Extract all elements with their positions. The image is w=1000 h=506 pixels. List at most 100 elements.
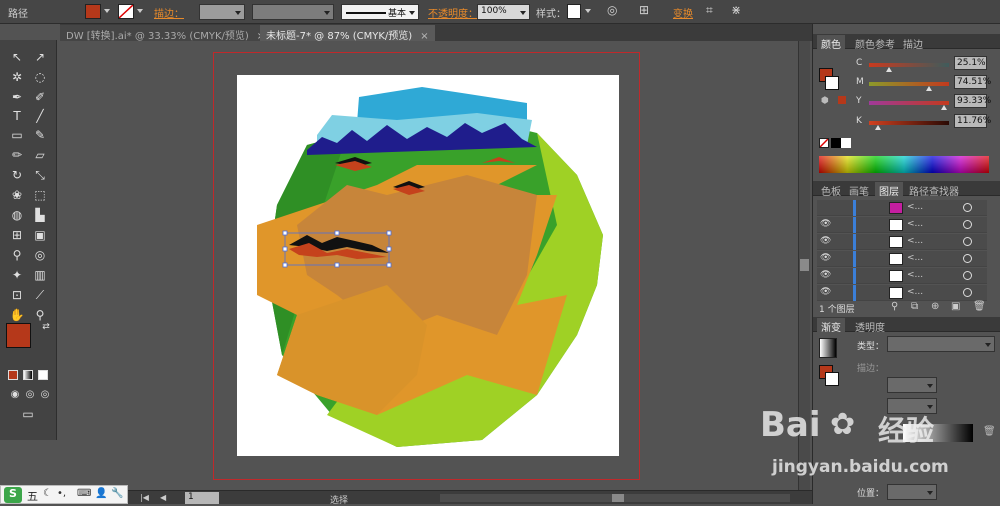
target-icon[interactable] bbox=[963, 254, 972, 263]
layer-row[interactable]: 👁 <... bbox=[817, 217, 987, 233]
curvature-tool-icon[interactable]: ✐ bbox=[30, 88, 50, 106]
column-graph-icon[interactable]: ▥ bbox=[30, 266, 50, 284]
channel-k-row[interactable]: K 11.76% bbox=[813, 113, 1000, 131]
fill-color-box[interactable] bbox=[6, 323, 31, 348]
transform-icon[interactable]: ⌗ bbox=[706, 3, 713, 18]
eye-icon[interactable]: 👁 bbox=[820, 236, 831, 246]
blend-tool-icon[interactable]: ◎ bbox=[30, 246, 50, 264]
channel-y-field[interactable]: 93.33% bbox=[954, 94, 991, 108]
stroke-dropdown-icon[interactable] bbox=[137, 9, 143, 13]
channel-m-row[interactable]: M 74.51% bbox=[813, 74, 1000, 92]
selection-tool-icon[interactable]: ↖ bbox=[7, 48, 27, 66]
stroke-style-dropdown[interactable]: 基本 bbox=[341, 4, 419, 20]
target-icon[interactable] bbox=[963, 288, 972, 297]
sogou-logo-icon[interactable]: S bbox=[4, 487, 22, 503]
tab-brushes[interactable]: 画笔 bbox=[845, 182, 873, 199]
paintbrush-icon[interactable]: ✎ bbox=[30, 126, 50, 144]
tab-transparency[interactable]: 透明度 bbox=[851, 318, 889, 335]
variable-width-dropdown[interactable] bbox=[252, 4, 334, 20]
target-icon[interactable] bbox=[963, 271, 972, 280]
channel-y-track[interactable] bbox=[869, 101, 949, 105]
artboard[interactable] bbox=[237, 75, 619, 456]
artboard-tool-icon[interactable]: ⊡ bbox=[7, 286, 27, 304]
channel-c-field[interactable]: 25.1% bbox=[954, 56, 987, 70]
tab-pathfinder[interactable]: 路径查找器 bbox=[905, 182, 963, 199]
rotate-tool-icon[interactable]: ↻ bbox=[7, 166, 27, 184]
tab-swatches[interactable]: 色板 bbox=[817, 182, 845, 199]
graphic-style-swatch[interactable] bbox=[567, 4, 581, 19]
selection-handle[interactable] bbox=[386, 262, 392, 268]
stroke-label[interactable]: 描边： bbox=[154, 5, 184, 20]
align-icon[interactable]: ⊞ bbox=[639, 3, 649, 17]
wrench-icon[interactable]: 🔧 bbox=[111, 488, 123, 499]
new-layer-icon[interactable]: ▣ bbox=[951, 301, 960, 312]
gradient-preview[interactable] bbox=[819, 338, 837, 358]
page-field[interactable]: 1 bbox=[185, 492, 219, 504]
draw-inside-icon[interactable]: ◎ bbox=[35, 386, 55, 404]
locate-object-icon[interactable]: ⚲ bbox=[891, 301, 898, 312]
white-swatch[interactable] bbox=[841, 138, 851, 148]
layer-row[interactable]: 👁 <... bbox=[817, 251, 987, 267]
gradient-angle-dropdown[interactable] bbox=[887, 377, 937, 393]
hand-tool-icon[interactable]: ✋ bbox=[7, 306, 27, 324]
layer-row[interactable]: 👁 <... bbox=[817, 285, 987, 301]
gradient-tool-icon[interactable]: ▣ bbox=[30, 226, 50, 244]
recolor-icon[interactable]: ◎ bbox=[607, 3, 617, 17]
channel-m-thumb[interactable] bbox=[925, 86, 932, 91]
scale-tool-icon[interactable]: ⤡ bbox=[30, 166, 50, 184]
scroll-thumb[interactable] bbox=[800, 259, 809, 271]
symbol-sprayer-icon[interactable]: ✦ bbox=[7, 266, 27, 284]
type-tool-icon[interactable]: T bbox=[7, 107, 27, 125]
artwork[interactable] bbox=[237, 75, 619, 456]
channel-k-thumb[interactable] bbox=[875, 125, 882, 130]
fill-color-swatch[interactable] bbox=[85, 4, 101, 19]
user-icon[interactable]: 👤 bbox=[95, 488, 107, 499]
target-icon[interactable] bbox=[963, 220, 972, 229]
tab-color[interactable]: 颜色 bbox=[817, 35, 845, 52]
lasso-icon[interactable]: ◌ bbox=[30, 68, 50, 86]
selection-handle[interactable] bbox=[334, 230, 340, 236]
style-dropdown-icon[interactable] bbox=[585, 9, 591, 13]
new-sublayer-icon[interactable]: ⊕ bbox=[931, 301, 939, 312]
direct-selection-tool-icon[interactable]: ↗ bbox=[30, 48, 50, 66]
tab-dw[interactable]: DW [转换].ai* @ 33.33% (CMYK/预览)× bbox=[60, 25, 272, 42]
eye-icon[interactable]: 👁 bbox=[820, 253, 831, 263]
eyedropper-icon[interactable]: ⚲ bbox=[7, 246, 27, 264]
channel-y-thumb[interactable] bbox=[940, 105, 947, 110]
color-mode-icon[interactable] bbox=[8, 370, 18, 380]
slice-tool-icon[interactable]: ⟋ bbox=[30, 286, 50, 304]
channel-c-thumb[interactable] bbox=[886, 67, 892, 72]
transform-link[interactable]: 变换 bbox=[673, 5, 693, 20]
black-swatch[interactable] bbox=[831, 138, 841, 148]
tab-layers[interactable]: 图层 bbox=[875, 182, 903, 199]
screen-mode-icon[interactable]: ▭ bbox=[18, 405, 38, 423]
channel-y-row[interactable]: Y 93.33% bbox=[813, 93, 1000, 111]
layer-row[interactable]: 👁 <... bbox=[817, 234, 987, 250]
eye-icon[interactable]: 👁 bbox=[820, 219, 831, 229]
moon-icon[interactable]: ☾ bbox=[43, 488, 52, 499]
warp-tool-icon[interactable]: ❀ bbox=[7, 186, 27, 204]
selection-handle[interactable] bbox=[282, 262, 288, 268]
h-scroll-thumb[interactable] bbox=[612, 494, 624, 502]
prev-page-icon[interactable]: ◀ bbox=[160, 493, 170, 503]
ime-mode[interactable]: 五 bbox=[27, 488, 38, 504]
none-mode-icon[interactable] bbox=[38, 370, 48, 380]
target-icon[interactable] bbox=[963, 203, 972, 212]
channel-c-row[interactable]: C 25.1% bbox=[813, 55, 1000, 73]
tab-untitled[interactable]: 未标题-7* @ 87% (CMYK/预览) × bbox=[260, 25, 435, 42]
color-spectrum[interactable] bbox=[819, 156, 989, 173]
layer-row[interactable]: 👁 <... bbox=[817, 268, 987, 284]
stroke-weight-dropdown[interactable] bbox=[199, 4, 245, 20]
opacity-label[interactable]: 不透明度： bbox=[428, 5, 478, 20]
horizontal-scrollbar[interactable] bbox=[440, 494, 790, 502]
opacity-dropdown[interactable]: 100% bbox=[477, 4, 530, 20]
eraser-icon[interactable]: ▱ bbox=[30, 146, 50, 164]
tab-gradient[interactable]: 渐变 bbox=[817, 318, 845, 335]
selection-handle[interactable] bbox=[386, 230, 392, 236]
stroke-color-swatch[interactable] bbox=[118, 4, 134, 19]
pen-tool-icon[interactable]: ✒ bbox=[7, 88, 27, 106]
line-tool-icon[interactable]: ╱ bbox=[30, 107, 50, 125]
selection-handle[interactable] bbox=[334, 262, 340, 268]
selection-handle[interactable] bbox=[386, 246, 392, 252]
gradient-stroke-swatch[interactable] bbox=[825, 372, 839, 386]
